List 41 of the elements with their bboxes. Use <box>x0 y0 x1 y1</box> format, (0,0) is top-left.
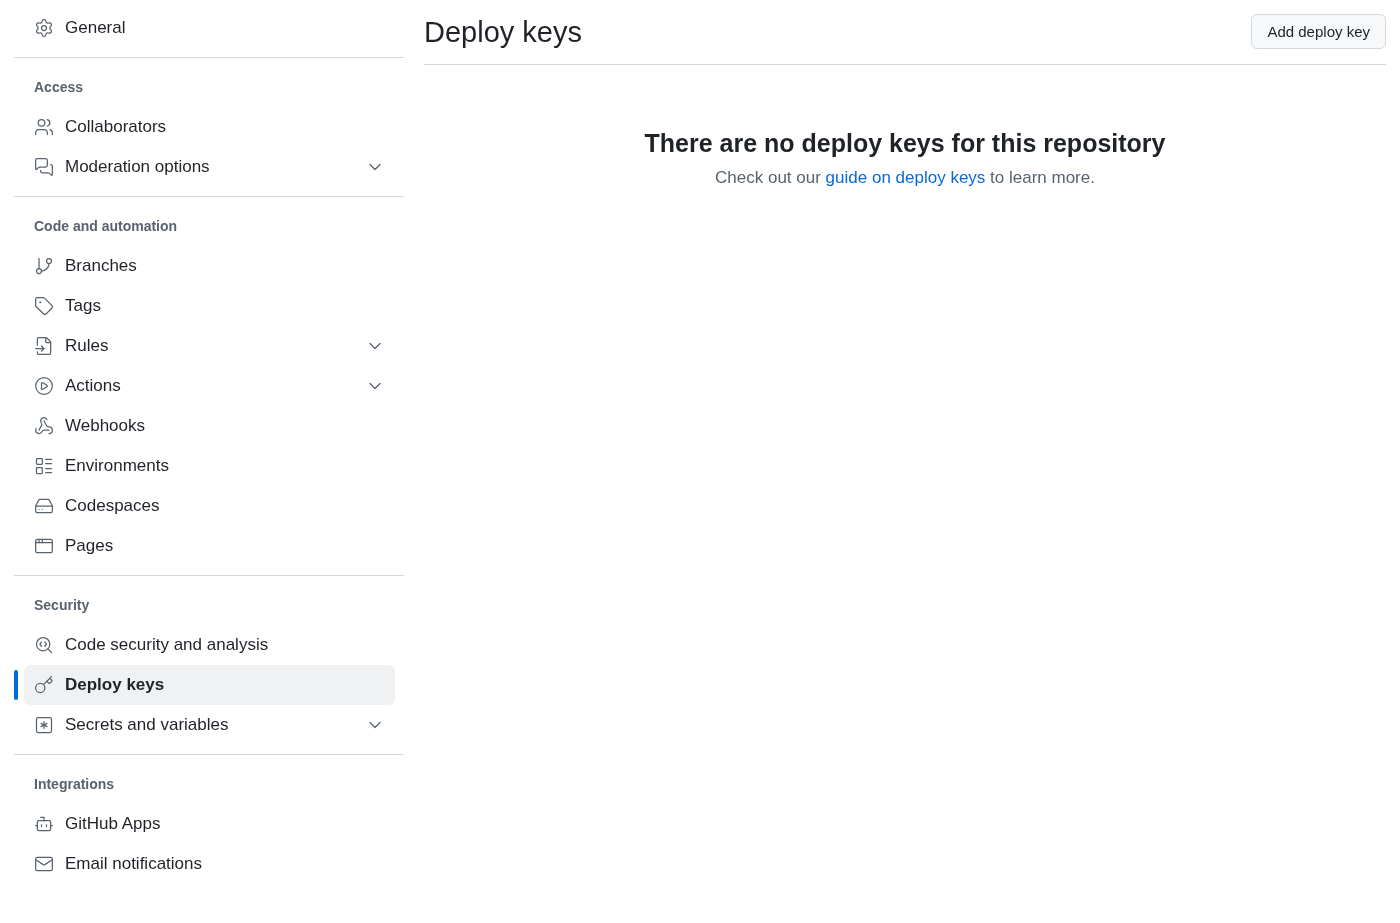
guide-link[interactable]: guide on deploy keys <box>825 168 986 187</box>
empty-state-heading: There are no deploy keys for this repository <box>644 129 1166 158</box>
add-deploy-key-button[interactable]: Add deploy key <box>1251 13 1386 49</box>
sidebar-item[interactable]: Secrets and variables <box>24 705 395 745</box>
section-heading: Integrations <box>33 775 116 794</box>
list-icon <box>34 456 54 476</box>
sidebar-item[interactable]: Email notifications <box>24 844 395 884</box>
section-heading: Security <box>33 596 91 615</box>
gear-icon <box>34 18 54 38</box>
key-icon <box>34 675 54 695</box>
mail-icon <box>34 854 54 874</box>
play-icon <box>34 376 54 396</box>
section-heading: Access <box>33 78 85 97</box>
asterisk-icon <box>34 715 54 735</box>
section-heading: Code and automation <box>33 217 179 236</box>
sidebar-item[interactable]: Rules <box>24 326 395 366</box>
sidebar-item[interactable]: Collaborators <box>24 107 395 147</box>
webhook-icon <box>34 416 54 436</box>
sidebar-item[interactable]: Codespaces <box>24 486 395 526</box>
drive-icon <box>34 496 54 516</box>
sidebar-item[interactable]: Moderation options <box>24 147 395 187</box>
sidebar-item[interactable]: Branches <box>24 246 395 286</box>
search-code-icon <box>34 635 54 655</box>
document-icon <box>34 336 54 356</box>
robot-icon <box>34 814 54 834</box>
window-icon <box>34 536 54 556</box>
sidebar-item[interactable]: Pages <box>24 526 395 566</box>
page-title: Deploy keys <box>424 15 582 49</box>
sidebar-item[interactable]: General <box>24 8 395 48</box>
empty-state-text: Check out our guide on deploy keys to learn more. <box>715 168 1095 188</box>
sidebar-item[interactable]: GitHub Apps <box>24 804 395 844</box>
tag-icon <box>34 296 54 316</box>
chat-icon <box>34 157 54 177</box>
sidebar-item[interactable]: Tags <box>24 286 395 326</box>
sidebar-item[interactable]: Actions <box>24 366 395 406</box>
sidebar-item[interactable]: Code security and analysis <box>24 625 395 665</box>
sidebar-item[interactable]: Webhooks <box>24 406 395 446</box>
sidebar-item[interactable]: Deploy keys <box>24 665 395 705</box>
people-icon <box>34 117 54 137</box>
sidebar-item[interactable]: Environments <box>24 446 395 486</box>
branch-icon <box>34 256 54 276</box>
